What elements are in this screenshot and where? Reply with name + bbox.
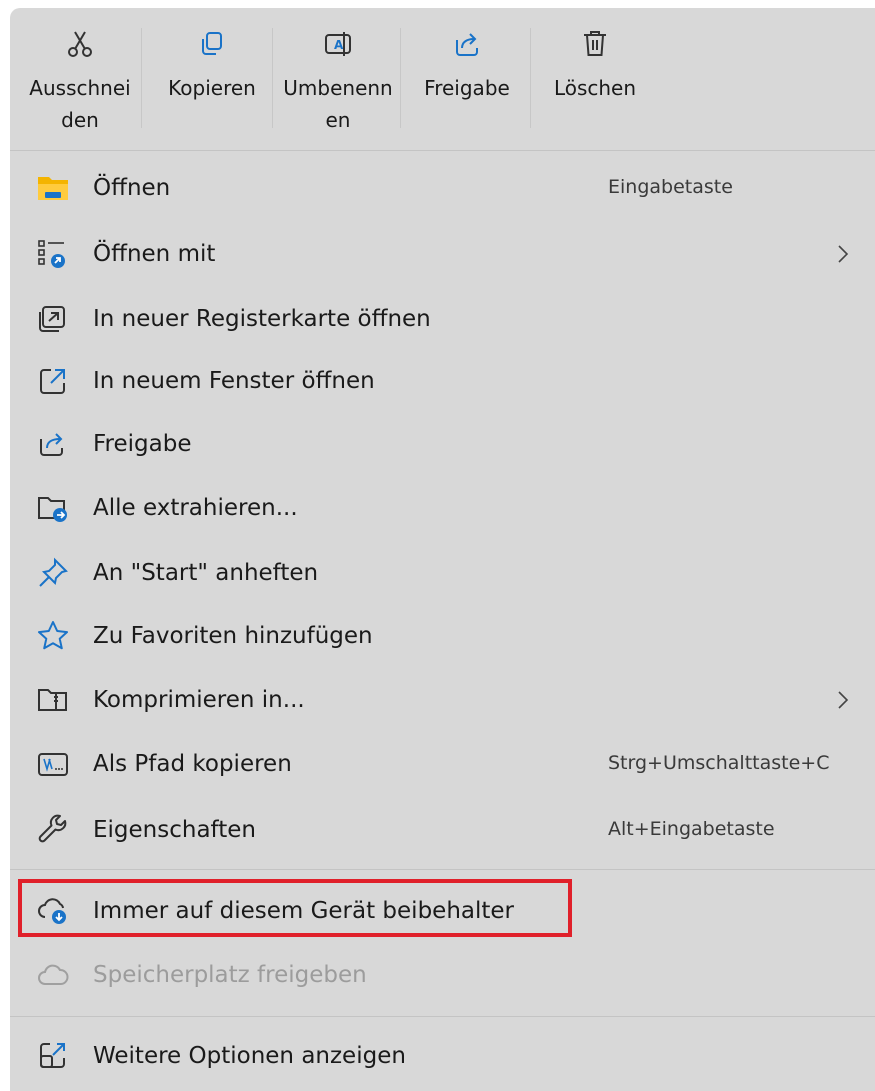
menu-item-extract-all[interactable]: Alle extrahieren... xyxy=(10,481,875,535)
copy-path-icon xyxy=(38,753,68,776)
menu-divider xyxy=(10,1016,875,1017)
menu-item-label: Eigenschaften xyxy=(93,817,256,843)
cloud-icon xyxy=(38,964,69,985)
rename-label: Umbenenn en xyxy=(283,76,393,132)
toolbar-separator xyxy=(400,28,401,128)
menu-item-label: An "Start" anheften xyxy=(93,560,319,586)
menu-item-label: In neuer Registerkarte öffnen xyxy=(93,306,431,332)
menu-item-open-with[interactable]: Öffnen mit xyxy=(10,227,875,281)
copy-label: Kopieren xyxy=(168,76,256,100)
menu-item-label: Freigabe xyxy=(93,431,192,457)
toolbar-separator xyxy=(530,28,531,128)
menu-item-label: In neuem Fenster öffnen xyxy=(93,368,375,394)
more-options-icon xyxy=(40,1043,65,1068)
copy-button[interactable]: Kopieren xyxy=(150,8,274,143)
menu-item-share[interactable]: Freigabe xyxy=(10,417,875,471)
quick-actions-toolbar: Ausschnei den Kopieren A Umbenenn en Fre… xyxy=(10,8,875,151)
menu-item-label: Öffnen xyxy=(93,175,171,201)
menu-divider xyxy=(10,869,875,870)
menu-item-properties[interactable]: Eigenschaften Alt+Eingabetaste xyxy=(10,803,875,857)
scissors-icon xyxy=(68,31,92,57)
share-label: Freigabe xyxy=(424,76,510,100)
extract-icon xyxy=(38,497,67,522)
delete-button[interactable]: Löschen xyxy=(532,8,658,143)
trash-icon xyxy=(584,31,606,56)
share-icon xyxy=(40,433,63,456)
menu-item-open-new-tab[interactable]: In neuer Registerkarte öffnen xyxy=(10,292,875,346)
menu-item-label: Alle extrahieren... xyxy=(93,495,298,521)
menu-item-open-new-window[interactable]: In neuem Fenster öffnen xyxy=(10,354,875,408)
menu-item-copy-as-path[interactable]: Als Pfad kopieren Strg+Umschalttaste+C xyxy=(10,737,875,791)
menu-item-label: Komprimieren in... xyxy=(93,687,305,713)
menu-item-pin-start[interactable]: An "Start" anheften xyxy=(10,546,875,600)
cut-label: Ausschnei den xyxy=(29,76,131,132)
cut-button[interactable]: Ausschnei den xyxy=(18,8,142,143)
pin-icon xyxy=(39,557,68,587)
open-with-icon xyxy=(38,240,65,268)
delete-label: Löschen xyxy=(553,76,637,100)
menu-item-add-favorites[interactable]: Zu Favoriten hinzufügen xyxy=(10,609,875,663)
share-button[interactable]: Freigabe xyxy=(404,8,530,143)
shortcut-hint: Eingabetaste xyxy=(608,176,733,198)
menu-item-label: Weitere Optionen anzeigen xyxy=(93,1043,406,1069)
zip-folder-icon xyxy=(38,689,67,711)
new-window-icon xyxy=(40,369,65,394)
toolbar-separator xyxy=(141,28,142,128)
folder-open-icon xyxy=(38,177,68,200)
menu-item-free-up-space: Speicherplatz freigeben xyxy=(10,948,875,1002)
menu-item-open[interactable]: Öffnen Eingabetaste xyxy=(10,161,875,215)
copy-icon xyxy=(202,32,222,55)
wrench-icon xyxy=(38,814,67,843)
menu-item-label: Öffnen mit xyxy=(93,241,216,267)
shortcut-hint: Alt+Eingabetaste xyxy=(608,818,775,840)
menu-item-label: Zu Favoriten hinzufügen xyxy=(93,623,373,649)
chevron-right-icon xyxy=(838,245,849,263)
rename-icon: A xyxy=(325,32,351,56)
star-icon xyxy=(38,621,68,650)
chevron-right-icon xyxy=(838,691,849,709)
highlight-box xyxy=(18,879,572,937)
menu-item-label: Speicherplatz freigeben xyxy=(93,962,367,988)
new-tab-icon xyxy=(39,306,65,332)
svg-text:A: A xyxy=(334,38,344,52)
share-icon xyxy=(456,33,478,56)
menu-item-more-options[interactable]: Weitere Optionen anzeigen xyxy=(10,1029,875,1083)
shortcut-hint: Strg+Umschalttaste+C xyxy=(608,752,830,774)
rename-button[interactable]: A Umbenenn en xyxy=(272,8,404,143)
toolbar-divider xyxy=(10,150,875,151)
menu-item-label: Als Pfad kopieren xyxy=(93,751,292,777)
menu-item-compress[interactable]: Komprimieren in... xyxy=(10,673,875,727)
context-menu: Ausschnei den Kopieren A Umbenenn en Fre… xyxy=(10,8,875,1091)
